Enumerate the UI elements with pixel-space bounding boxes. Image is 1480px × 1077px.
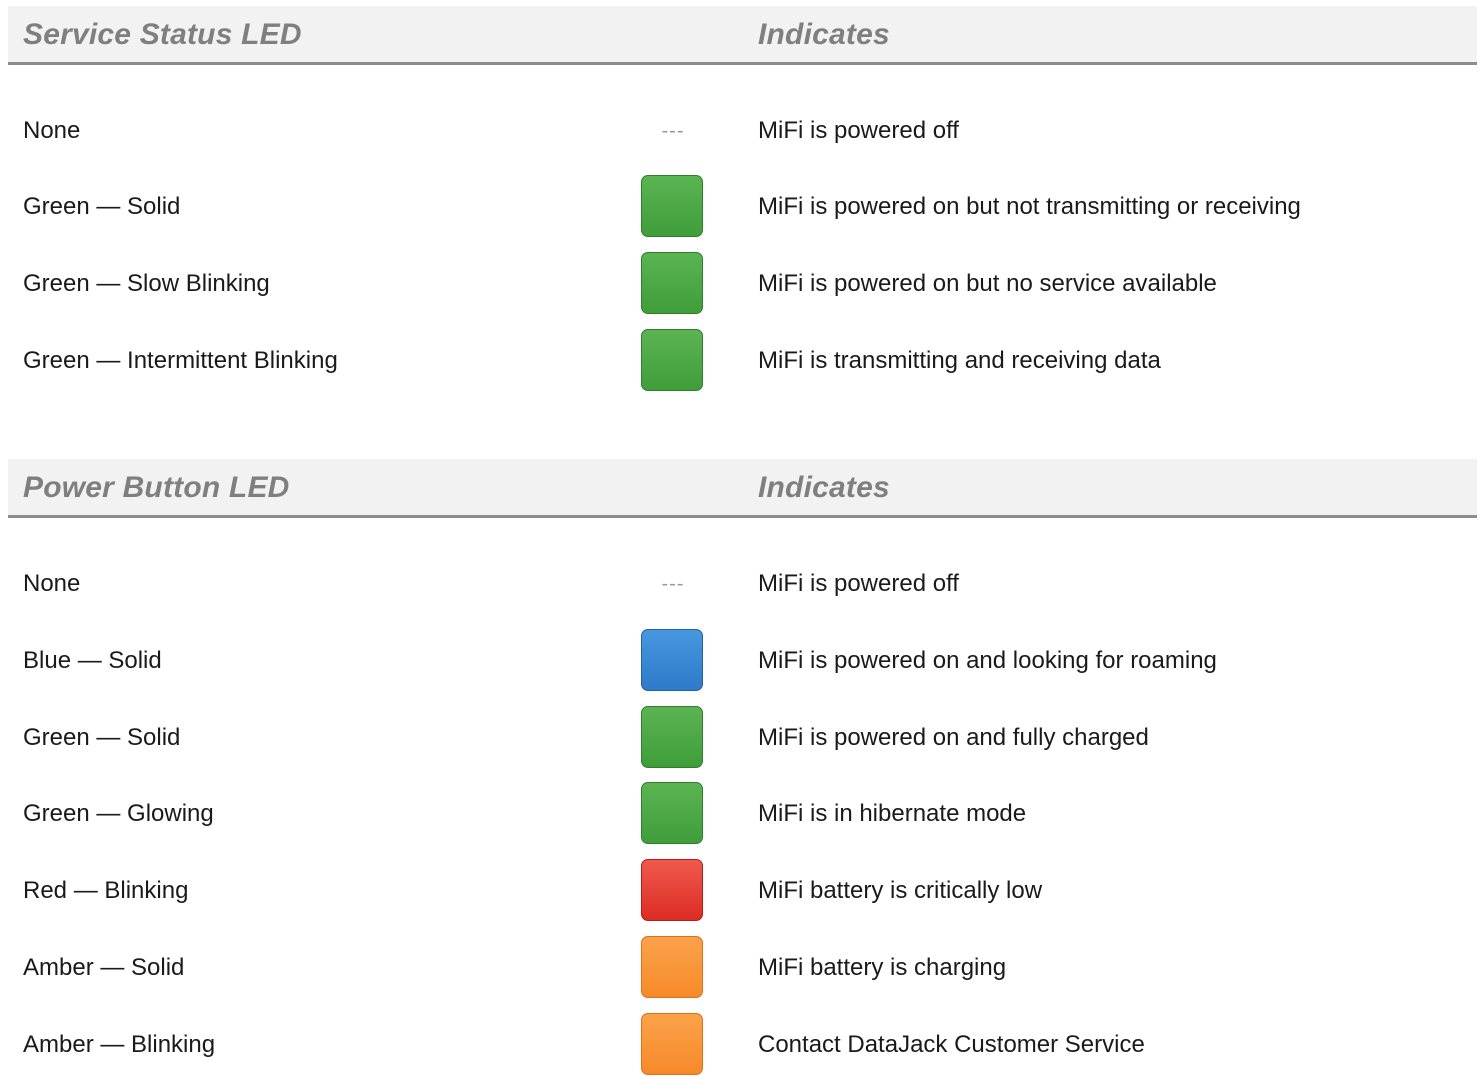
- table-row: Amber — Blinking Contact DataJack Custom…: [8, 1013, 1477, 1077]
- led-meaning: MiFi is powered on and fully charged: [758, 724, 1149, 751]
- table-row: None --- MiFi is powered off: [8, 99, 1477, 163]
- led-reference-page: Service Status LED Indicates None --- Mi…: [0, 0, 1480, 1075]
- service-status-led-table: Service Status LED Indicates None --- Mi…: [8, 6, 1477, 391]
- header-led-column: Power Button LED: [23, 471, 290, 504]
- table-row: Green — Intermittent Blinking MiFi is tr…: [8, 329, 1477, 393]
- led-meaning: Contact DataJack Customer Service: [758, 1031, 1145, 1058]
- led-meaning: MiFi is in hibernate mode: [758, 800, 1027, 827]
- led-indicator-cell: [640, 629, 706, 693]
- table-header: Service Status LED Indicates: [8, 6, 1477, 65]
- green-led-swatch: [641, 706, 703, 768]
- led-state-label: Blue — Solid: [23, 647, 162, 674]
- led-state-label: Red — Blinking: [23, 877, 189, 904]
- led-indicator-cell: [640, 1013, 706, 1077]
- led-state-label: None: [23, 117, 81, 144]
- led-indicator-cell: ---: [640, 552, 706, 616]
- led-state-label: Green — Solid: [23, 724, 181, 751]
- led-state-label: Amber — Solid: [23, 954, 185, 981]
- led-indicator-cell: [640, 706, 706, 770]
- blue-led-swatch: [641, 629, 703, 691]
- led-state-label: Green — Slow Blinking: [23, 270, 270, 297]
- table-row: Blue — Solid MiFi is powered on and look…: [8, 629, 1477, 693]
- table-row: Green — Solid MiFi is powered on but not…: [8, 175, 1477, 239]
- led-indicator-cell: [640, 329, 706, 393]
- led-indicator-cell: [640, 782, 706, 846]
- led-meaning: MiFi is powered on but not transmitting …: [758, 193, 1301, 220]
- led-meaning: MiFi battery is critically low: [758, 877, 1043, 904]
- table-row: None --- MiFi is powered off: [8, 552, 1477, 616]
- led-state-label: Green — Intermittent Blinking: [23, 347, 338, 374]
- led-indicator-cell: [640, 252, 706, 316]
- green-led-swatch: [641, 175, 703, 237]
- table-row: Red — Blinking MiFi battery is criticall…: [8, 859, 1477, 923]
- led-meaning: MiFi is powered on and looking for roami…: [758, 647, 1217, 674]
- led-meaning: MiFi battery is charging: [758, 954, 1007, 981]
- led-indicator-cell: [640, 936, 706, 1000]
- led-indicator-cell: ---: [640, 99, 706, 163]
- table-row: Amber — Solid MiFi battery is charging: [8, 936, 1477, 1000]
- amber-led-swatch: [641, 936, 703, 998]
- green-led-swatch: [641, 252, 703, 314]
- led-meaning: MiFi is powered off: [758, 117, 959, 144]
- header-led-column: Service Status LED: [23, 18, 302, 51]
- table-row: Green — Slow Blinking MiFi is powered on…: [8, 252, 1477, 316]
- led-indicator-cell: [640, 175, 706, 239]
- green-led-swatch: [641, 782, 703, 844]
- led-state-label: None: [23, 570, 81, 597]
- table-header: Power Button LED Indicates: [8, 459, 1477, 518]
- no-led-dash: ---: [661, 573, 685, 595]
- no-led-dash: ---: [661, 120, 685, 142]
- led-state-label: Green — Glowing: [23, 800, 214, 827]
- power-button-led-table: Power Button LED Indicates None --- MiFi…: [8, 459, 1477, 1075]
- led-meaning: MiFi is transmitting and receiving data: [758, 347, 1161, 374]
- led-indicator-cell: [640, 859, 706, 923]
- green-led-swatch: [641, 329, 703, 391]
- red-led-swatch: [641, 859, 703, 921]
- header-indicates-column: Indicates: [758, 471, 890, 504]
- led-state-label: Amber — Blinking: [23, 1031, 216, 1058]
- led-state-label: Green — Solid: [23, 193, 181, 220]
- table-row: Green — Glowing MiFi is in hibernate mod…: [8, 782, 1477, 846]
- amber-led-swatch: [641, 1013, 703, 1075]
- led-meaning: MiFi is powered off: [758, 570, 959, 597]
- table-row: Green — Solid MiFi is powered on and ful…: [8, 706, 1477, 770]
- header-indicates-column: Indicates: [758, 18, 890, 51]
- led-meaning: MiFi is powered on but no service availa…: [758, 270, 1217, 297]
